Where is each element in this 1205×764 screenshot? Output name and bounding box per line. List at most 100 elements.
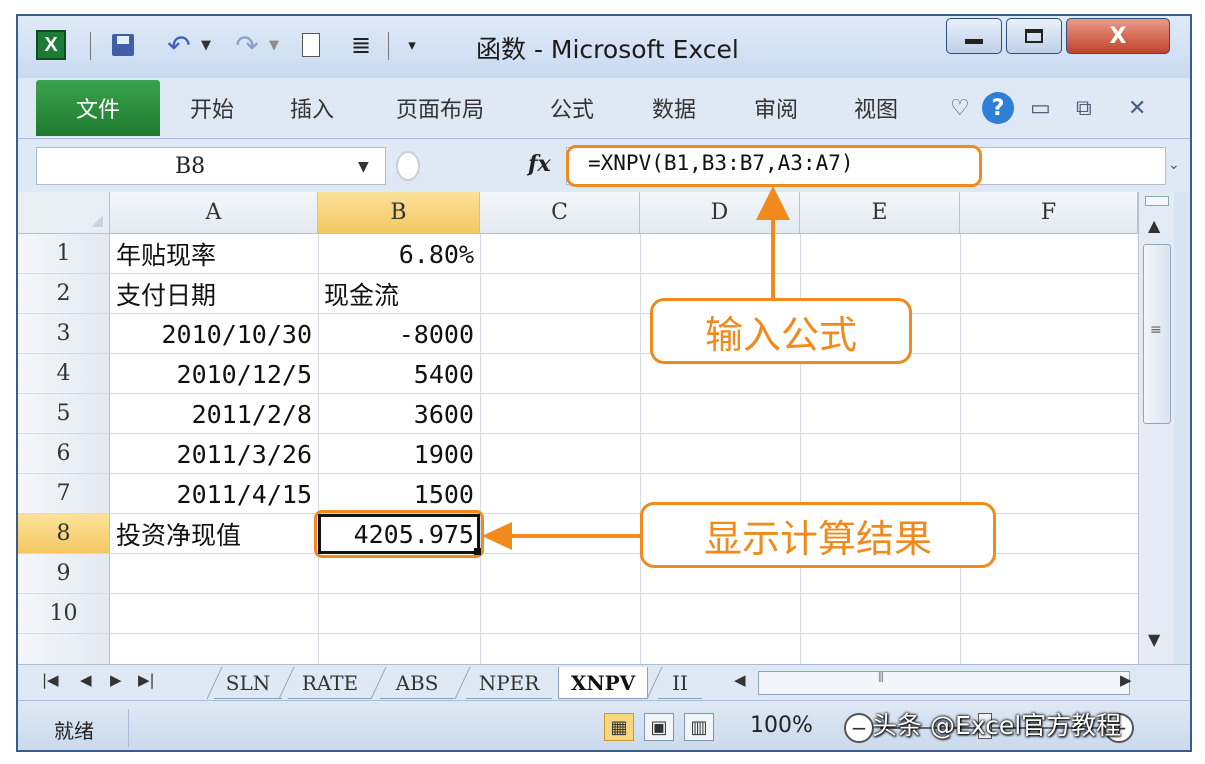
cell-a7[interactable]: 2011/4/15 (110, 474, 318, 514)
tab-file[interactable]: 文件 (36, 80, 160, 136)
page-break-view-icon[interactable]: ▥ (684, 713, 714, 741)
cell-b1[interactable]: 6.80% (318, 234, 480, 274)
sheet-tab-bar: |◀ ◀ ▶ ▶| SLN RATE ABS NPER XNPV II ◀ ⦀ … (18, 664, 1190, 700)
watermark: 头条 @Excel官方教程 (872, 711, 1122, 740)
close-button[interactable]: X (1066, 18, 1170, 54)
tab-home[interactable]: 开始 (190, 92, 234, 124)
sheet-tab-rate[interactable]: RATE (288, 667, 372, 699)
cell-a1[interactable]: 年贴现率 (110, 234, 318, 274)
tab-insert[interactable]: 插入 (290, 92, 334, 124)
row-header-1[interactable]: 1 (18, 234, 110, 274)
maximize-button[interactable] (1006, 18, 1062, 54)
window-title: 函数 - Microsoft Excel (476, 35, 739, 64)
vertical-scrollbar[interactable]: ▲ ≡ ▼ (1138, 192, 1174, 664)
undo-icon[interactable]: ↶ (164, 29, 194, 62)
scroll-right-icon[interactable]: ▶ (1120, 671, 1132, 689)
previous-sheet-icon[interactable]: ◀ (80, 671, 92, 689)
active-cell-border (318, 514, 480, 554)
column-header-e[interactable]: E (800, 192, 960, 234)
expand-formula-bar-icon[interactable]: ⌄ (1168, 157, 1180, 173)
align-icon[interactable]: ≣ (344, 30, 378, 60)
grip-icon: ⦀ (878, 671, 884, 686)
workbook-restore-icon[interactable]: ⧉ (1076, 96, 1092, 121)
row-header-7[interactable]: 7 (18, 474, 110, 514)
zoom-out-icon[interactable]: − (844, 713, 874, 743)
cell-a4[interactable]: 2010/12/5 (110, 354, 318, 394)
formula-bar: B8 ▼ fx =XNPV(B1,B3:B7,A3:A7) ⌄ (18, 138, 1190, 192)
spreadsheet-grid[interactable]: A B C D E F 1 2 3 4 5 6 7 8 9 10 年贴现率 支付… (18, 192, 1138, 664)
cell-b7[interactable]: 1500 (318, 474, 480, 514)
column-header-c[interactable]: C (480, 192, 640, 234)
select-all-corner[interactable] (18, 192, 110, 234)
cell-a6[interactable]: 2011/3/26 (110, 434, 318, 474)
result-callout: 显示计算结果 (640, 502, 996, 568)
separator (90, 32, 91, 60)
row-header-9[interactable]: 9 (18, 554, 110, 594)
cell-b4[interactable]: 5400 (318, 354, 480, 394)
column-header-f[interactable]: F (960, 192, 1138, 234)
insert-function-icon[interactable]: fx (528, 151, 551, 177)
row-header-3[interactable]: 3 (18, 314, 110, 354)
cell-a3[interactable]: 2010/10/30 (110, 314, 318, 354)
title-bar: X ↶ ▼ ↷ ▼ ≣ ▾ 函数 - Microsoft Excel X (18, 16, 1190, 78)
new-document-icon[interactable] (298, 30, 324, 60)
cell-a8[interactable]: 投资净现值 (110, 514, 318, 554)
fill-handle[interactable] (474, 548, 481, 555)
zoom-level[interactable]: 100% (750, 713, 813, 738)
tab-view[interactable]: 视图 (854, 92, 898, 124)
cell-a5[interactable]: 2011/2/8 (110, 394, 318, 434)
tab-review[interactable]: 审阅 (754, 92, 798, 124)
ribbon-tabs: 文件 开始 插入 页面布局 公式 数据 审阅 视图 ♡ ? ▭ ⧉ ✕ (18, 78, 1190, 138)
row-header-5[interactable]: 5 (18, 394, 110, 434)
excel-icon[interactable]: X (36, 30, 66, 60)
row-header-11[interactable] (18, 634, 110, 664)
result-arrow (482, 522, 642, 550)
row-header-4[interactable]: 4 (18, 354, 110, 394)
save-icon[interactable] (110, 30, 136, 60)
sheet-tab-abs[interactable]: ABS (380, 667, 454, 699)
undo-dropdown-icon[interactable]: ▼ (198, 30, 214, 60)
name-box[interactable]: B8 (36, 147, 386, 185)
sheet-tab-xnpv[interactable]: XNPV (558, 667, 648, 699)
cell-b3[interactable]: -8000 (318, 314, 480, 354)
normal-view-icon[interactable]: ▦ (604, 713, 634, 741)
cell-b6[interactable]: 1900 (318, 434, 480, 474)
workbook-minimize-icon[interactable]: ▭ (1030, 96, 1051, 121)
scroll-up-icon[interactable]: ▲ (1148, 216, 1160, 235)
sheet-tab-sln[interactable]: SLN (214, 667, 282, 699)
redo-icon[interactable]: ↷ (232, 29, 262, 62)
help-icon[interactable]: ? (982, 92, 1014, 124)
column-header-a[interactable]: A (110, 192, 318, 234)
formula-arrow (756, 186, 790, 298)
scroll-down-icon[interactable]: ▼ (1148, 630, 1160, 649)
tab-data[interactable]: 数据 (652, 92, 696, 124)
last-sheet-icon[interactable]: ▶| (138, 671, 155, 689)
next-sheet-icon[interactable]: ▶ (110, 671, 122, 689)
sheet-tab-ii[interactable]: II (658, 667, 702, 699)
first-sheet-icon[interactable]: |◀ (42, 671, 59, 689)
redo-dropdown-icon[interactable]: ▼ (266, 30, 282, 60)
row-header-10[interactable]: 10 (18, 594, 110, 634)
formula-input[interactable]: =XNPV(B1,B3:B7,A3:A7) (588, 151, 854, 175)
workbook-close-icon[interactable]: ✕ (1128, 96, 1146, 121)
column-header-b[interactable]: B (318, 192, 480, 234)
sheet-tab-nper[interactable]: NPER (466, 667, 552, 699)
row-header-8[interactable]: 8 (18, 514, 110, 554)
scroll-left-icon[interactable]: ◀ (734, 671, 746, 689)
formula-bar-resize-icon[interactable] (396, 151, 420, 181)
cell-b5[interactable]: 3600 (318, 394, 480, 434)
tab-formulas[interactable]: 公式 (550, 92, 594, 124)
customize-quick-access-icon[interactable]: ▾ (402, 30, 422, 60)
horizontal-scrollbar[interactable] (758, 671, 1130, 695)
cell-b2[interactable]: 现金流 (318, 274, 480, 314)
row-header-6[interactable]: 6 (18, 434, 110, 474)
split-handle[interactable] (1145, 196, 1169, 206)
minimize-ribbon-icon[interactable]: ♡ (950, 96, 970, 121)
cell-a2[interactable]: 支付日期 (110, 274, 318, 314)
minimize-button[interactable] (946, 18, 1002, 54)
formula-callout: 输入公式 (650, 298, 912, 364)
page-layout-view-icon[interactable]: ▣ (644, 713, 674, 741)
name-box-dropdown-icon[interactable]: ▼ (358, 159, 369, 175)
row-header-2[interactable]: 2 (18, 274, 110, 314)
tab-page-layout[interactable]: 页面布局 (396, 92, 484, 124)
